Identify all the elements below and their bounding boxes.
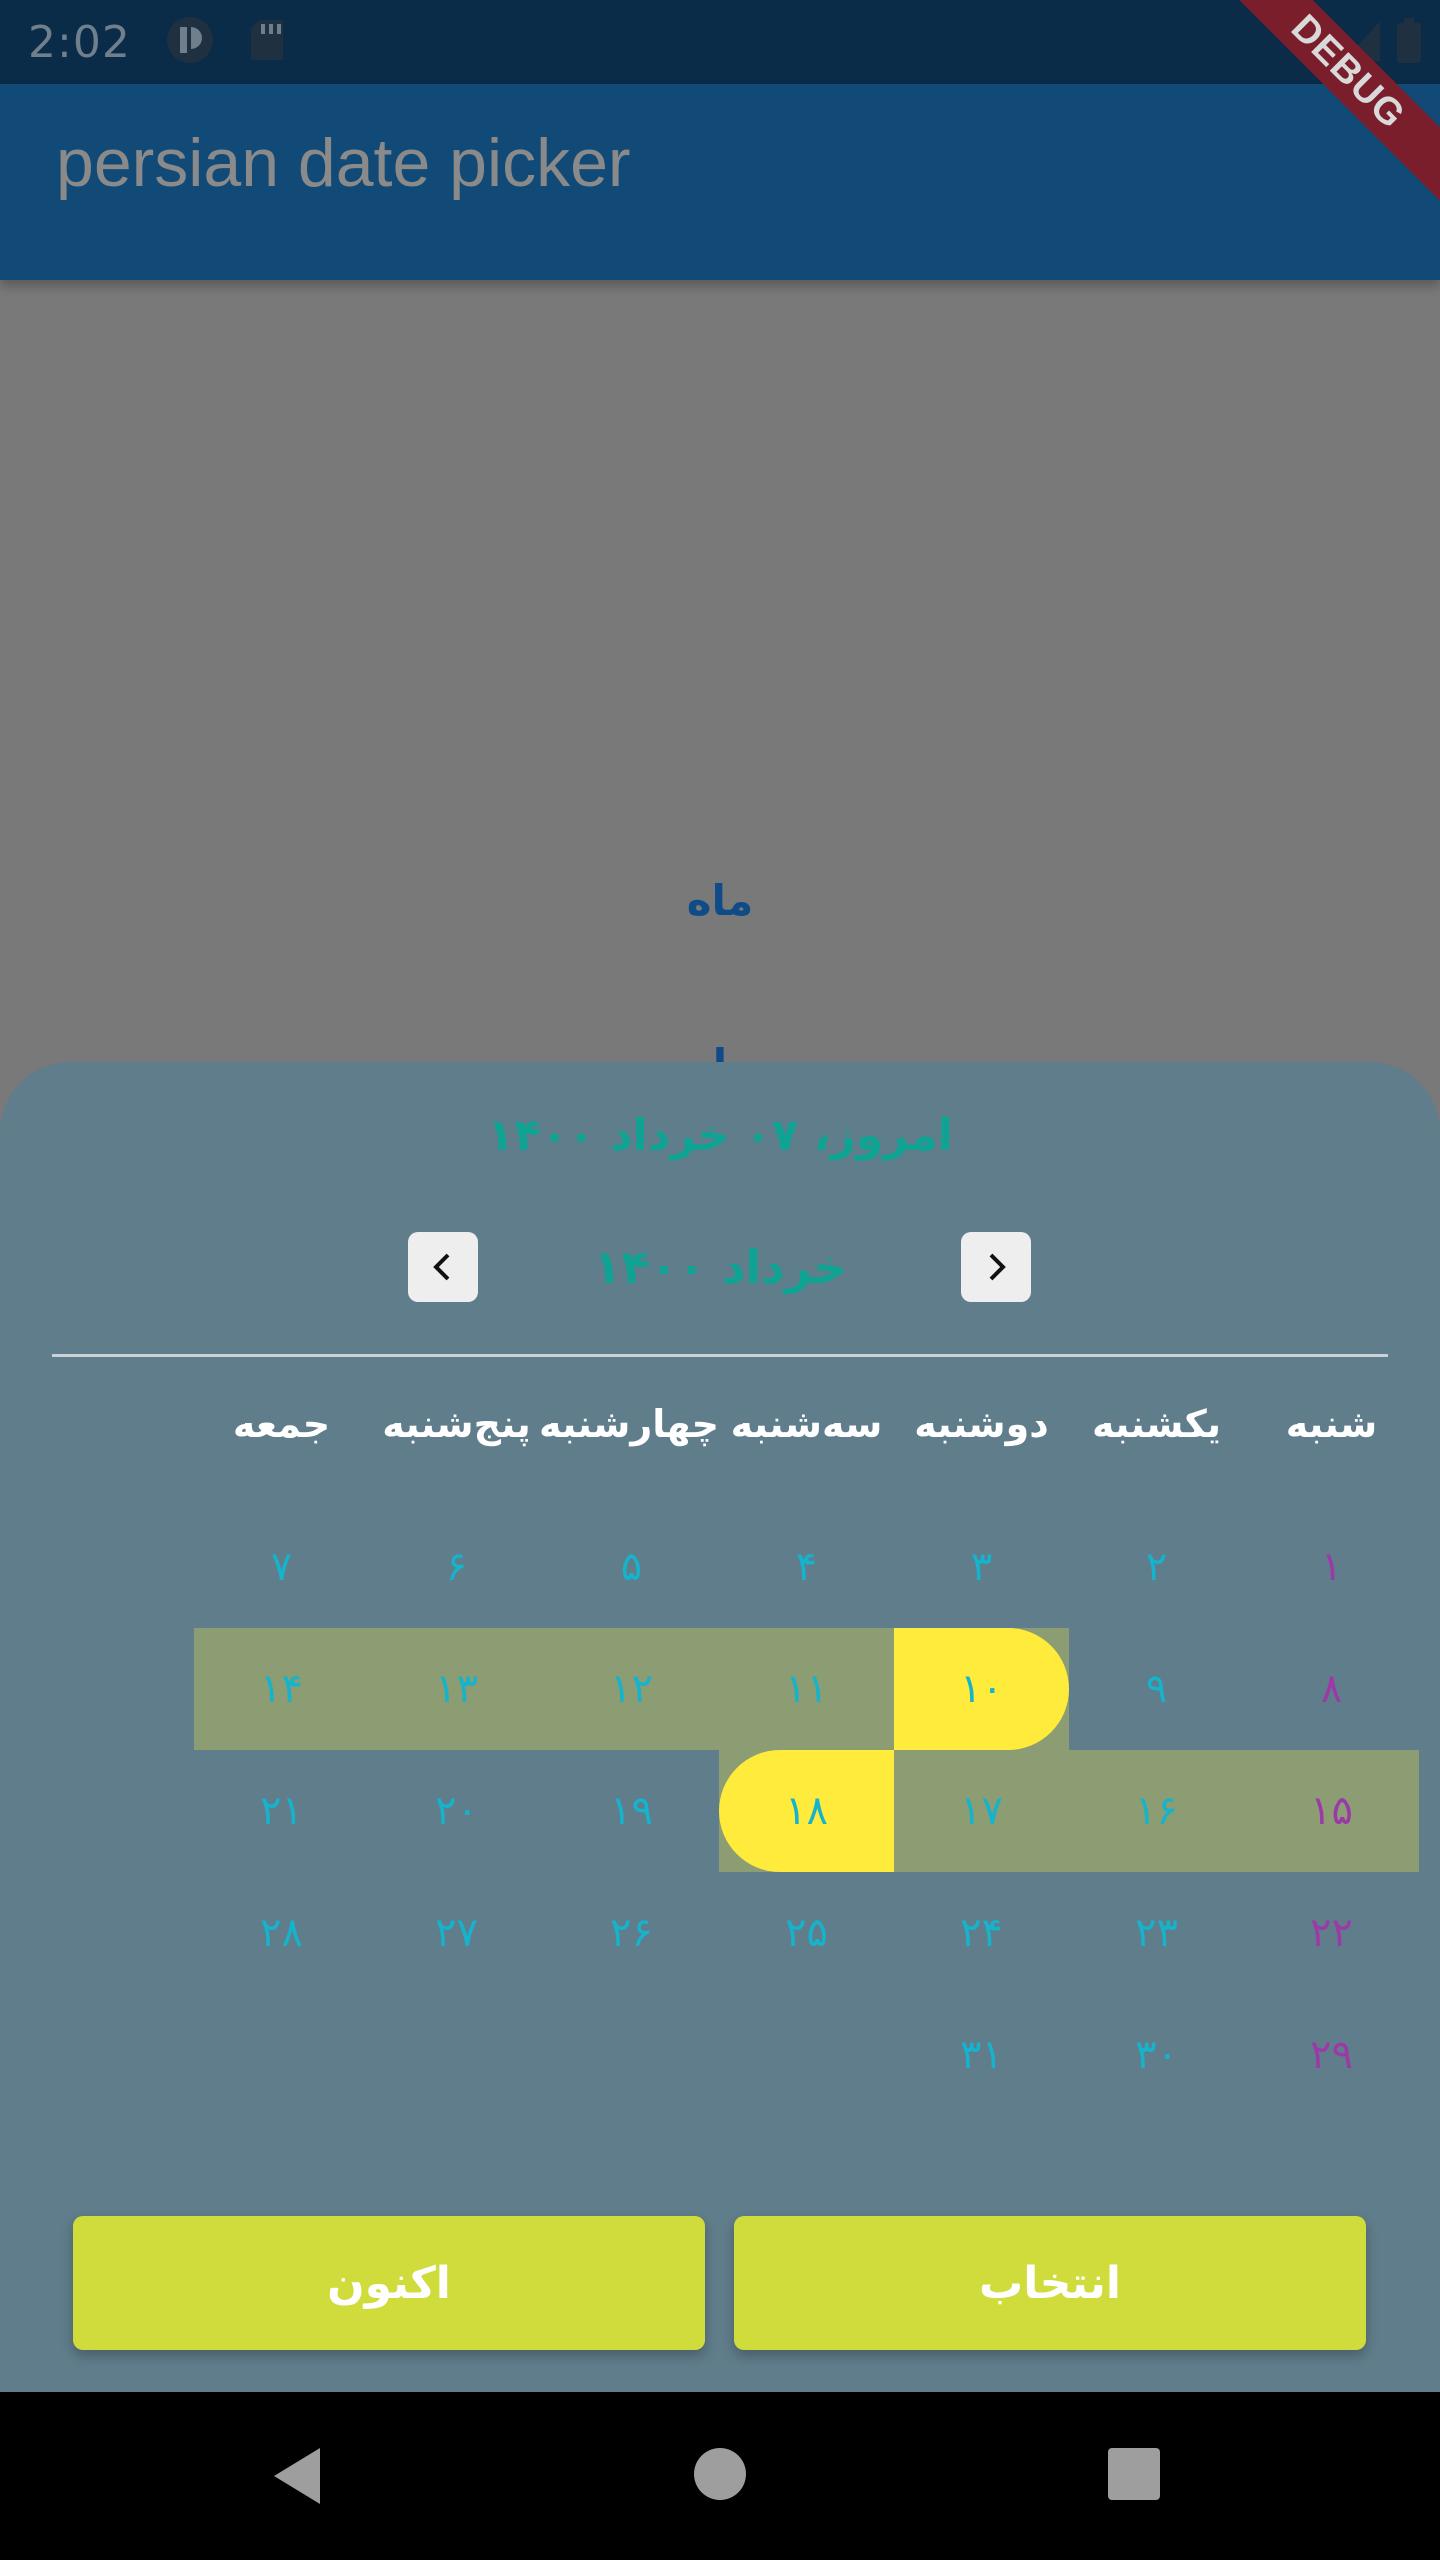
recents-icon[interactable]	[1108, 2448, 1160, 2500]
back-icon[interactable]	[270, 2446, 324, 2506]
calendar-day[interactable]: ۲۸	[194, 1872, 369, 1994]
status-bar: 2:02	[0, 0, 1440, 84]
background-month-label[interactable]: ماه	[0, 876, 1440, 925]
home-icon[interactable]	[694, 2448, 746, 2500]
calendar-day[interactable]: ۸	[1244, 1628, 1419, 1750]
status-time: 2:02	[28, 16, 131, 68]
system-nav-bar	[0, 2392, 1440, 2560]
calendar-day[interactable]: ۵	[544, 1506, 719, 1628]
calendar-day[interactable]: ۲۷	[369, 1872, 544, 1994]
calendar-day[interactable]: ۹	[1069, 1628, 1244, 1750]
calendar-day[interactable]: ۱۳	[369, 1628, 544, 1750]
calendar-day[interactable]: ۲۶	[544, 1872, 719, 1994]
calendar-day[interactable]: ۲۳	[1069, 1872, 1244, 1994]
calendar-day[interactable]: ۴	[719, 1506, 894, 1628]
action-buttons: اکنون انتخاب	[0, 2216, 1440, 2350]
calendar-day[interactable]: ۱۹	[544, 1750, 719, 1872]
calendar-day[interactable]: ۱	[1244, 1506, 1419, 1628]
calendar-day[interactable]: ۲۰	[369, 1750, 544, 1872]
calendar-day[interactable]: ۳	[894, 1506, 1069, 1628]
calendar-day[interactable]: ۳۱	[894, 1994, 1069, 2116]
calendar-day[interactable]: ۷	[194, 1506, 369, 1628]
notification-icon	[165, 15, 215, 69]
calendar-day[interactable]: ۱۲	[544, 1628, 719, 1750]
calendar-day[interactable]: ۲۱	[194, 1750, 369, 1872]
calendar-day[interactable]: ۱۸	[719, 1750, 894, 1872]
calendar-day[interactable]: ۱۱	[719, 1628, 894, 1750]
calendar-day[interactable]: ۲	[1069, 1506, 1244, 1628]
calendar-day[interactable]: ۶	[369, 1506, 544, 1628]
calendar-day[interactable]: ۱۴	[194, 1628, 369, 1750]
calendar-day[interactable]: ۲۴	[894, 1872, 1069, 1994]
sd-card-icon	[249, 18, 285, 66]
calendar-day[interactable]: ۳۰	[1069, 1994, 1244, 2116]
calendar-grid: ۱ ۲ ۳ ۴ ۵ ۶ ۷ ۸ ۹ ۱۰ ۱۱ ۱۲ ۱۳ ۱۴ ۱۵ ۱۶ ۱۷ ۱۸ ۱۹ ۲۰ ۲۱ ۲۲ ۲۳ ۲۴ ۲…	[0, 1062, 1440, 2392]
app-bar: persian date picker	[0, 84, 1440, 280]
calendar-day[interactable]: ۱۵	[1244, 1750, 1419, 1872]
calendar-day[interactable]: ۱۷	[894, 1750, 1069, 1872]
select-button[interactable]: انتخاب	[734, 2216, 1366, 2350]
calendar-day[interactable]: ۲۹	[1244, 1994, 1419, 2116]
date-picker-sheet: امروز، ۰۷ خرداد ۱۴۰۰ خرداد ۱۴۰۰ شنبه یکشن…	[0, 1062, 1440, 2392]
battery-icon	[1396, 18, 1422, 68]
app-title: persian date picker	[56, 125, 631, 201]
calendar-day[interactable]: ۲۲	[1244, 1872, 1419, 1994]
calendar-day[interactable]: ۱۶	[1069, 1750, 1244, 1872]
calendar-day[interactable]: ۱۰	[894, 1628, 1069, 1750]
now-button[interactable]: اکنون	[73, 2216, 705, 2350]
calendar-day[interactable]: ۲۵	[719, 1872, 894, 1994]
